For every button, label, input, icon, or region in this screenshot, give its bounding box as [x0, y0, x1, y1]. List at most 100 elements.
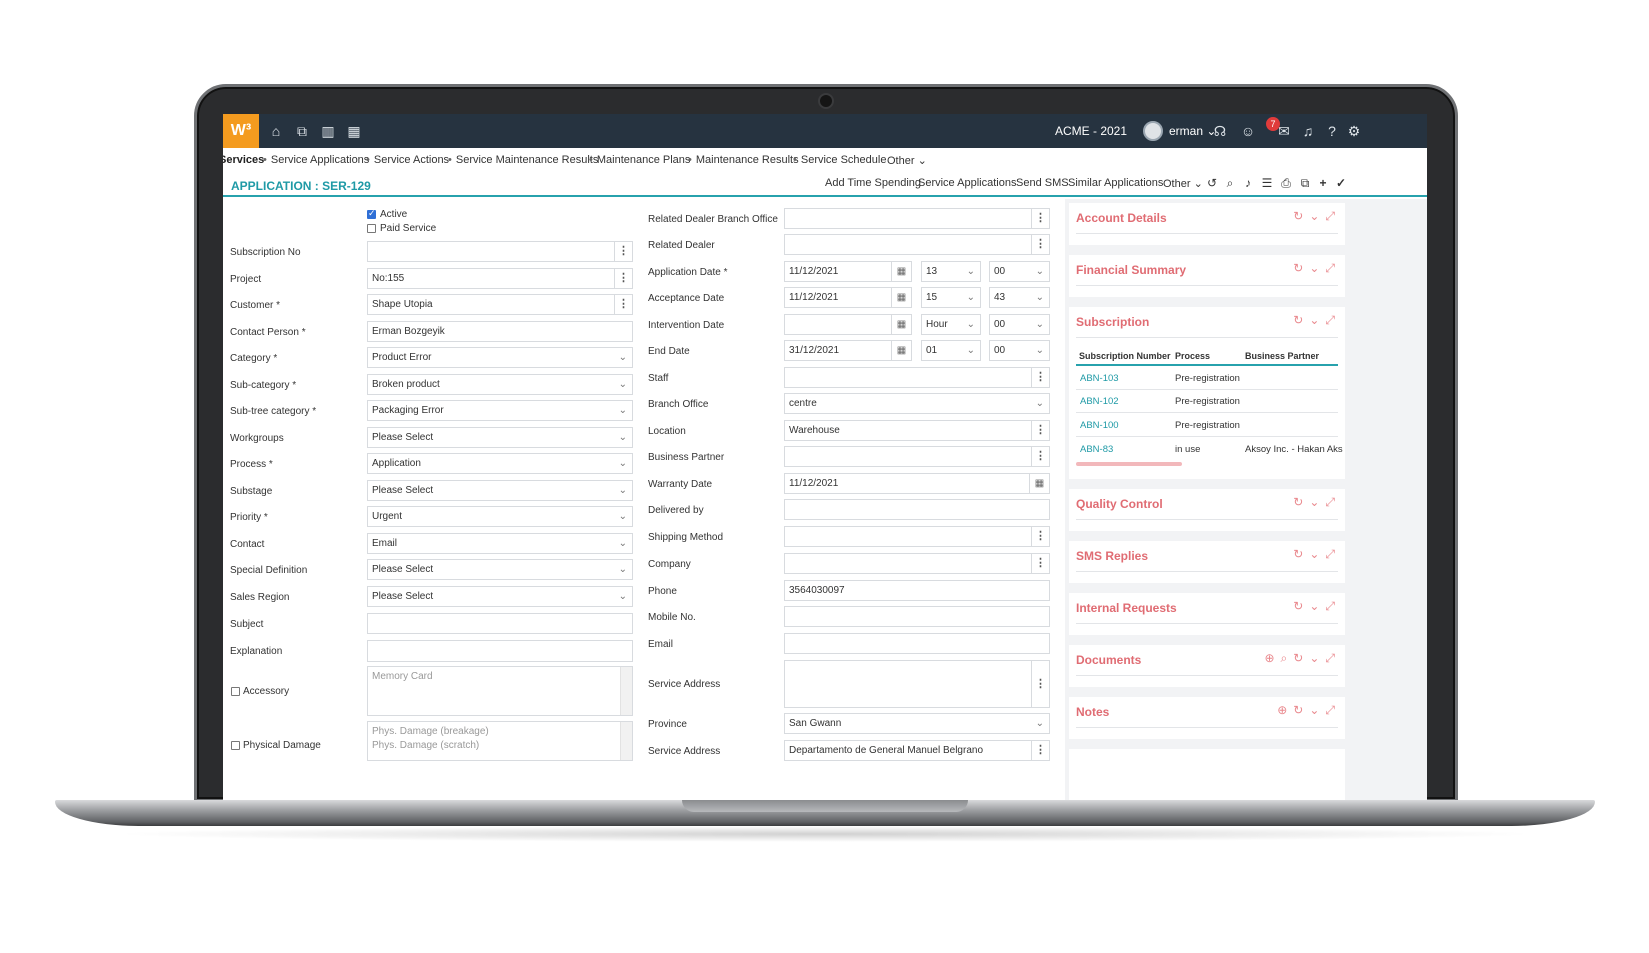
action-service-applications[interactable]: Service Applications — [918, 177, 1016, 189]
copy-icon[interactable]: ⧉ — [1298, 176, 1312, 190]
add-icon[interactable]: + — [1316, 176, 1330, 190]
province-select[interactable]: San Gwann ⌄ — [784, 713, 1050, 734]
category-select[interactable]: Product Error ⌄ — [367, 347, 633, 368]
calendar-icon[interactable]: ▦ — [345, 122, 363, 140]
widget-title[interactable]: Notes — [1076, 705, 1109, 719]
subject-input[interactable] — [367, 613, 633, 634]
scrollbar[interactable] — [620, 667, 632, 715]
calendar-icon[interactable]: ▦ — [1029, 474, 1049, 493]
priority-select[interactable]: Urgent ⌄ — [367, 506, 633, 527]
box-icon[interactable]: ⧉ — [293, 122, 311, 140]
end-hour-select[interactable]: 01 ⌄ — [921, 340, 981, 361]
chevron-down-icon[interactable]: ⌄ — [1309, 313, 1319, 327]
emoji-icon[interactable]: ☺ — [1239, 122, 1257, 140]
menu-service-applications[interactable]: • Service Applications — [263, 154, 369, 166]
branch-office-select[interactable]: centre ⌄ — [784, 393, 1050, 414]
physical-damage-checkbox[interactable] — [231, 741, 240, 750]
company-selector[interactable]: ACME - 2021 — [1055, 124, 1127, 138]
headset-icon[interactable]: ☊ — [1211, 122, 1229, 140]
service-address-2-field[interactable]: Departamento de General Manuel Belgrano ⋮ — [784, 740, 1050, 761]
accessory-checkbox[interactable] — [231, 687, 240, 696]
more-icon[interactable]: ⋮ — [1031, 368, 1049, 387]
list-icon[interactable]: ☰ — [1260, 176, 1274, 190]
add-circle-icon[interactable]: ⊕ — [1277, 703, 1287, 717]
more-icon[interactable]: ⋮ — [614, 269, 632, 288]
active-checkbox[interactable] — [367, 208, 376, 219]
widget-title[interactable]: Quality Control — [1076, 497, 1163, 511]
calendar-icon[interactable]: ▦ — [891, 341, 911, 360]
menu-service-actions[interactable]: • Service Actions — [366, 154, 449, 166]
widget-title[interactable]: Subscription — [1076, 315, 1149, 329]
project-field[interactable]: No:155 ⋮ — [367, 268, 633, 289]
subscription-no-field[interactable]: ⋮ — [367, 241, 633, 262]
chevron-down-icon[interactable]: ⌄ — [1309, 209, 1319, 223]
business-partner-field[interactable]: ⋮ — [784, 446, 1050, 467]
widget-title[interactable]: Internal Requests — [1076, 601, 1177, 615]
accessory-listbox[interactable]: Memory Card — [367, 666, 633, 716]
menu-maintenance-results[interactable]: • Maintenance Results — [688, 154, 799, 166]
more-icon[interactable]: ⋮ — [614, 295, 632, 314]
expand-icon[interactable]: ⤢ — [1325, 313, 1335, 327]
chart-icon[interactable]: ▥ — [319, 122, 337, 140]
menu-service-schedule[interactable]: • Service Schedule — [793, 154, 886, 166]
chevron-down-icon[interactable]: ⌄ — [1309, 599, 1319, 613]
staff-field[interactable]: ⋮ — [784, 367, 1050, 388]
mobile-input[interactable] — [784, 606, 1050, 627]
action-send-sms[interactable]: Send SMS — [1016, 177, 1069, 189]
widget-title[interactable]: Account Details — [1076, 211, 1167, 225]
delivered-by-input[interactable] — [784, 499, 1050, 520]
acceptance-hour-select[interactable]: 15 ⌄ — [921, 287, 981, 308]
refresh-icon[interactable]: ↻ — [1293, 209, 1303, 223]
expand-icon[interactable]: ⤢ — [1325, 495, 1335, 509]
column-header[interactable]: Subscription Number — [1079, 351, 1171, 361]
intervention-hour-select[interactable]: Hour ⌄ — [921, 314, 981, 335]
physical-damage-listbox[interactable]: Phys. Damage (breakage) Phys. Damage (sc… — [367, 721, 633, 761]
warranty-date-input[interactable]: 11/12/2021 ▦ — [784, 473, 1050, 494]
refresh-icon[interactable]: ↻ — [1293, 261, 1303, 275]
menu-other[interactable]: Other ⌄ — [887, 154, 927, 167]
more-icon[interactable]: ⋮ — [1031, 235, 1049, 254]
more-icon[interactable]: ⋮ — [1031, 447, 1049, 466]
search-icon[interactable]: ⌕ — [1281, 651, 1288, 665]
end-minute-select[interactable]: 00 ⌄ — [989, 340, 1050, 361]
help-icon[interactable]: ? — [1323, 122, 1341, 140]
refresh-icon[interactable]: ↻ — [1293, 703, 1303, 717]
workgroups-select[interactable]: Please Select ⌄ — [367, 427, 633, 448]
more-icon[interactable]: ⋮ — [1031, 554, 1049, 573]
expand-icon[interactable]: ⤢ — [1325, 599, 1335, 613]
calendar-icon[interactable]: ▦ — [891, 262, 911, 281]
more-icon[interactable]: ⋮ — [1031, 209, 1049, 228]
home-icon[interactable]: ⌂ — [267, 122, 285, 140]
subscription-link[interactable]: ABN-83 — [1080, 444, 1113, 455]
calendar-icon[interactable]: ▦ — [891, 288, 911, 307]
chevron-down-icon[interactable]: ⌄ — [1309, 547, 1319, 561]
column-header[interactable]: Process — [1175, 351, 1210, 361]
shipping-method-field[interactable]: ⋮ — [784, 526, 1050, 547]
explanation-textarea[interactable] — [367, 640, 633, 662]
application-hour-select[interactable]: 13 ⌄ — [921, 261, 981, 282]
more-icon[interactable]: ⋮ — [1031, 421, 1049, 440]
action-similar-applications[interactable]: Similar Applications — [1068, 177, 1163, 189]
widget-title[interactable]: SMS Replies — [1076, 549, 1148, 563]
subscription-link[interactable]: ABN-103 — [1080, 373, 1119, 384]
application-date-input[interactable]: 11/12/2021 ▦ — [784, 261, 912, 282]
intervention-minute-select[interactable]: 00 ⌄ — [989, 314, 1050, 335]
alarm-icon[interactable]: ♪ — [1241, 176, 1255, 190]
customer-field[interactable]: Shape Utopia ⋮ — [367, 294, 633, 315]
action-add-time-spending[interactable]: Add Time Spending — [825, 177, 921, 189]
list-item[interactable]: Phys. Damage (breakage) — [372, 725, 632, 739]
column-header[interactable]: Business Partner — [1245, 351, 1319, 361]
chevron-down-icon[interactable]: ⌄ — [1309, 261, 1319, 275]
widget-title[interactable]: Documents — [1076, 653, 1141, 667]
horizontal-scrollbar[interactable] — [1076, 462, 1182, 466]
chevron-down-icon[interactable]: ⌄ — [1309, 495, 1319, 509]
list-item[interactable]: Phys. Damage (scratch) — [372, 739, 632, 753]
sub-tree-category-select[interactable]: Packaging Error ⌄ — [367, 400, 633, 421]
intervention-date-input[interactable]: ▦ — [784, 314, 912, 335]
add-circle-icon[interactable]: ⊕ — [1264, 651, 1274, 665]
paid-service-checkbox[interactable] — [367, 224, 376, 233]
menu-services[interactable]: Services — [223, 154, 264, 166]
refresh-icon[interactable]: ↻ — [1293, 547, 1303, 561]
refresh-icon[interactable]: ↻ — [1293, 495, 1303, 509]
refresh-icon[interactable]: ↻ — [1293, 313, 1303, 327]
